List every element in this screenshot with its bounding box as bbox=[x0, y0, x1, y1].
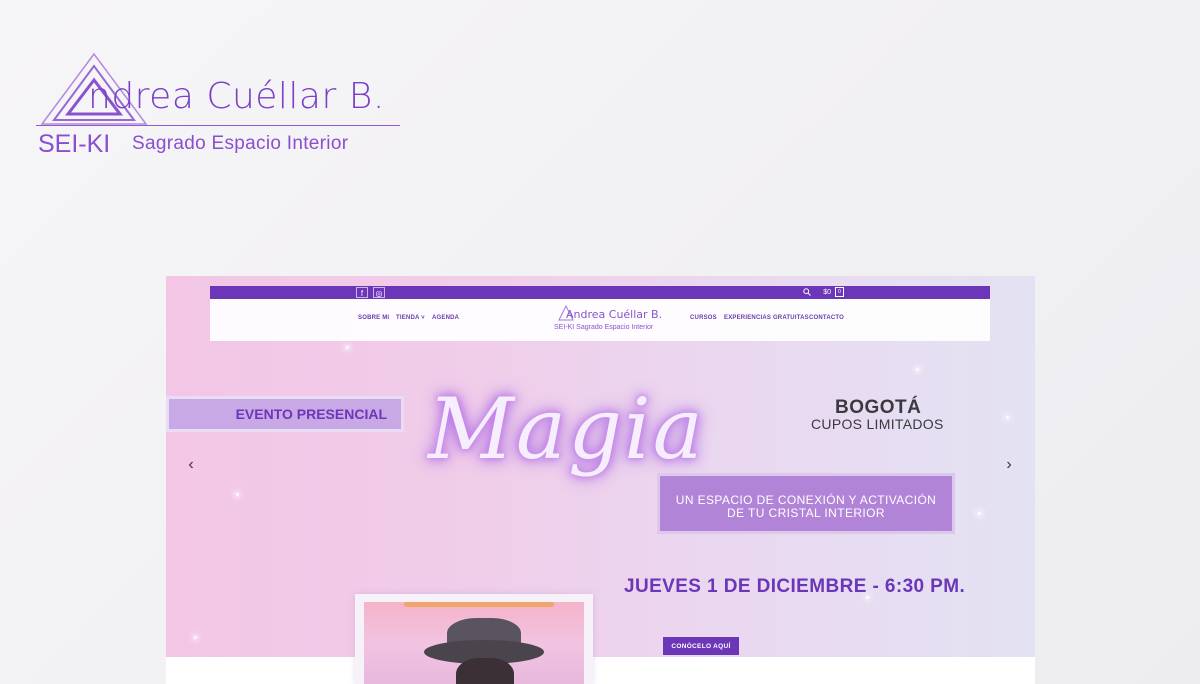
website-preview: f ◎ $0 0 SOBRE MI TIENDA ˅ AGENDA Andrea… bbox=[166, 276, 1035, 684]
portrait-image bbox=[456, 658, 514, 684]
featured-photo bbox=[364, 602, 584, 684]
nav-agenda[interactable]: AGENDA bbox=[432, 315, 459, 321]
hero-description-box: UN ESPACIO DE CONEXIÓN Y ACTIVACIÓN DE T… bbox=[657, 473, 955, 534]
nav-logo[interactable]: Andrea Cuéllar B. SEI-KI Sagrado Espacio… bbox=[552, 304, 662, 336]
hero-description-line2: DE TU CRISTAL INTERIOR bbox=[727, 506, 885, 520]
sparkle-decoration bbox=[1006, 416, 1009, 419]
cart-icon[interactable]: 0 bbox=[835, 287, 844, 298]
event-tag: EVENTO PRESENCIAL bbox=[166, 396, 404, 432]
conocelo-button[interactable]: CONÓCELO AQUÍ bbox=[663, 637, 739, 655]
chevron-left-icon[interactable]: ‹ bbox=[181, 456, 201, 474]
nav-cursos[interactable]: CURSOS bbox=[690, 315, 717, 321]
featured-card[interactable] bbox=[355, 594, 593, 684]
brand-divider bbox=[36, 125, 400, 126]
sparkle-decoration bbox=[194, 636, 197, 639]
main-navigation: SOBRE MI TIENDA ˅ AGENDA Andrea Cuéllar … bbox=[210, 299, 990, 341]
nav-logo-name: Andrea Cuéllar B. bbox=[566, 308, 663, 321]
cart-total[interactable]: $0 bbox=[823, 289, 831, 296]
nav-sobre-mi[interactable]: SOBRE MI bbox=[358, 315, 389, 321]
nav-contacto[interactable]: CONTACTO bbox=[809, 315, 844, 321]
brand-name: ndrea Cuéllar B. bbox=[88, 76, 385, 117]
chevron-right-icon[interactable]: › bbox=[999, 456, 1019, 474]
brand-tagline: Sagrado Espacio Interior bbox=[132, 133, 349, 154]
nav-experiencias-gratuitas[interactable]: EXPERIENCIAS GRATUITAS bbox=[724, 315, 809, 321]
hero-date: JUEVES 1 DE DICIEMBRE - 6:30 PM. bbox=[624, 576, 966, 597]
nav-tienda[interactable]: TIENDA ˅ bbox=[396, 315, 425, 321]
header-tools: $0 0 bbox=[803, 286, 844, 299]
hero-description-line1: UN ESPACIO DE CONEXIÓN Y ACTIVACIÓN bbox=[675, 493, 937, 507]
instagram-icon[interactable]: ◎ bbox=[373, 287, 385, 298]
card-accent bbox=[404, 602, 554, 607]
nav-tienda-label: TIENDA bbox=[396, 315, 420, 321]
top-utility-bar: f ◎ $0 0 bbox=[210, 286, 990, 299]
search-icon[interactable] bbox=[803, 288, 813, 297]
hero-cupos: CUPOS LIMITADOS bbox=[811, 416, 944, 432]
content-section bbox=[166, 657, 1035, 684]
chevron-down-icon: ˅ bbox=[419, 315, 425, 321]
sparkle-decoration bbox=[346, 346, 349, 349]
sparkle-decoration bbox=[236, 493, 239, 496]
sparkle-decoration bbox=[916, 368, 919, 371]
brand-short-name: SEI-KI bbox=[38, 130, 111, 158]
sparkle-decoration bbox=[978, 512, 981, 515]
hero-title: Magia bbox=[428, 380, 705, 478]
nav-logo-sub: SEI-KI Sagrado Espacio Interior bbox=[554, 324, 654, 331]
facebook-icon[interactable]: f bbox=[356, 287, 368, 298]
